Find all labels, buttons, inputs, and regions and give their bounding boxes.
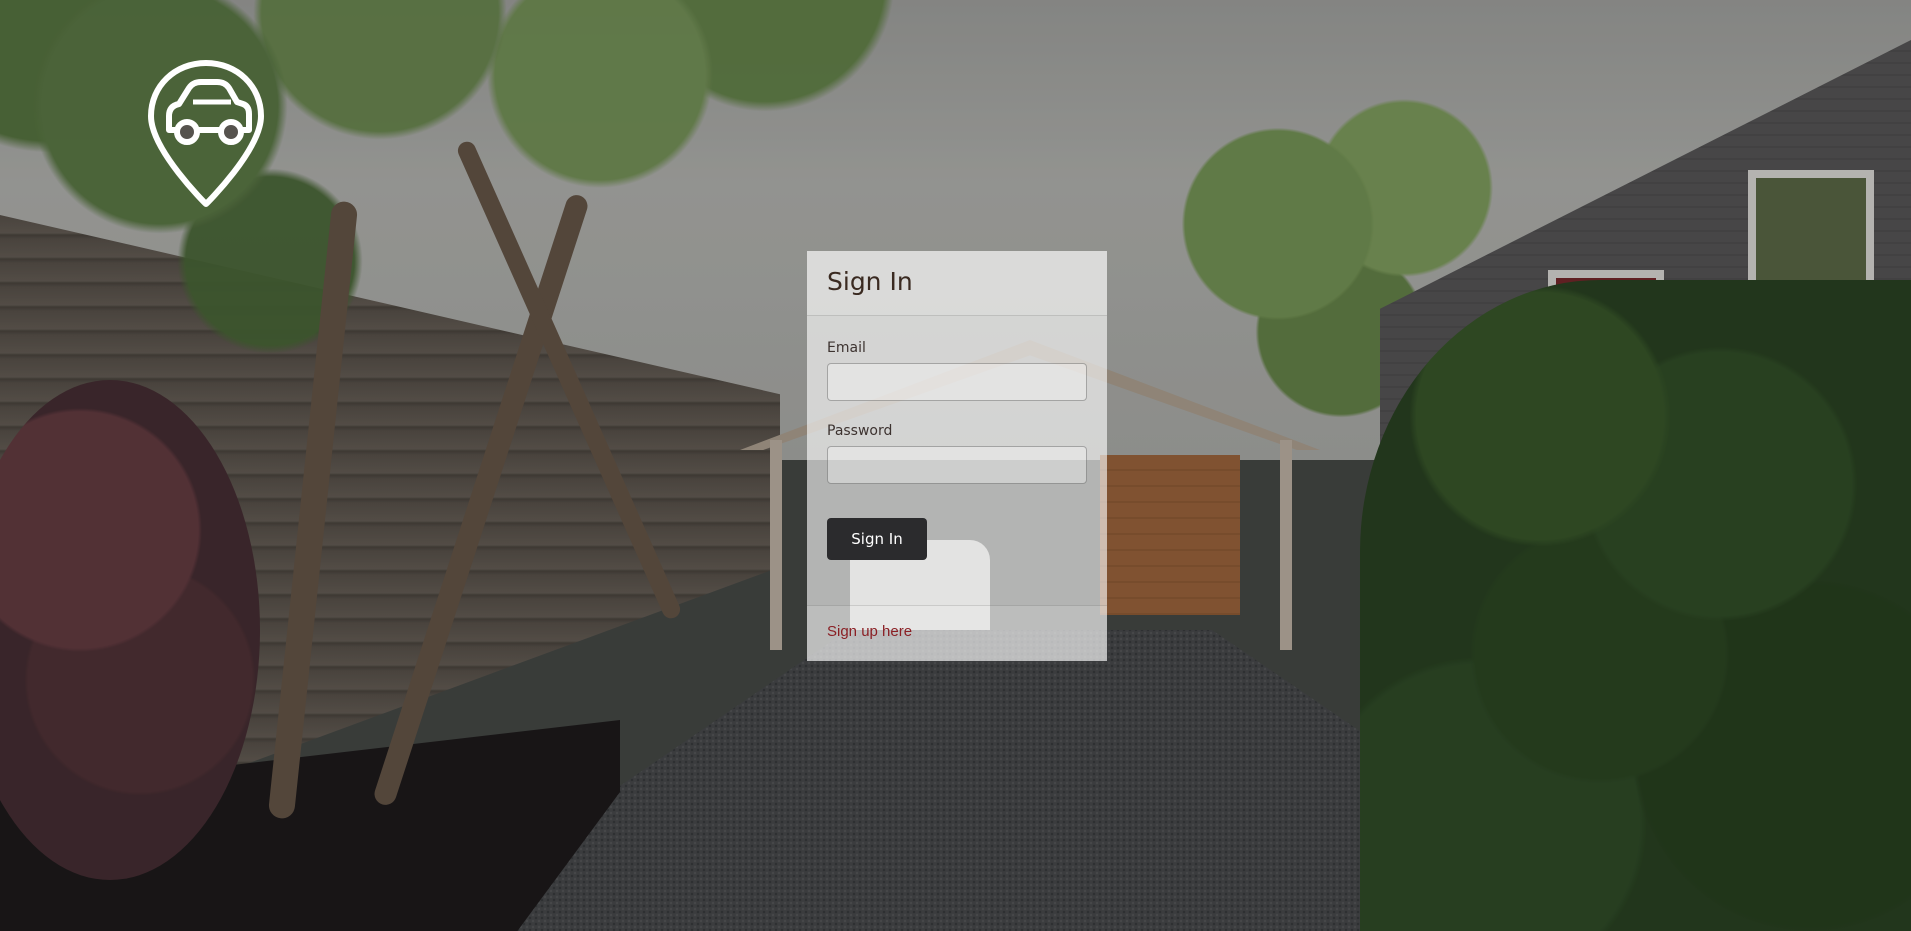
signin-card-footer: Sign up here <box>807 605 1107 661</box>
signin-form: Email Password Sign In <box>807 316 1107 605</box>
signin-title: Sign In <box>827 267 913 296</box>
email-field[interactable] <box>827 363 1087 401</box>
car-location-pin-icon <box>143 58 269 208</box>
password-field-group: Password <box>827 422 1087 484</box>
signin-button[interactable]: Sign In <box>827 518 927 560</box>
email-field-group: Email <box>827 339 1087 401</box>
signin-card: Sign In Email Password Sign In Sign up h… <box>807 251 1107 661</box>
email-label: Email <box>827 340 866 356</box>
password-field[interactable] <box>827 446 1087 484</box>
signin-card-header: Sign In <box>807 251 1107 316</box>
signup-link[interactable]: Sign up here <box>827 623 912 640</box>
login-page: Sign In Email Password Sign In Sign up h… <box>0 0 1911 931</box>
password-label: Password <box>827 423 893 439</box>
